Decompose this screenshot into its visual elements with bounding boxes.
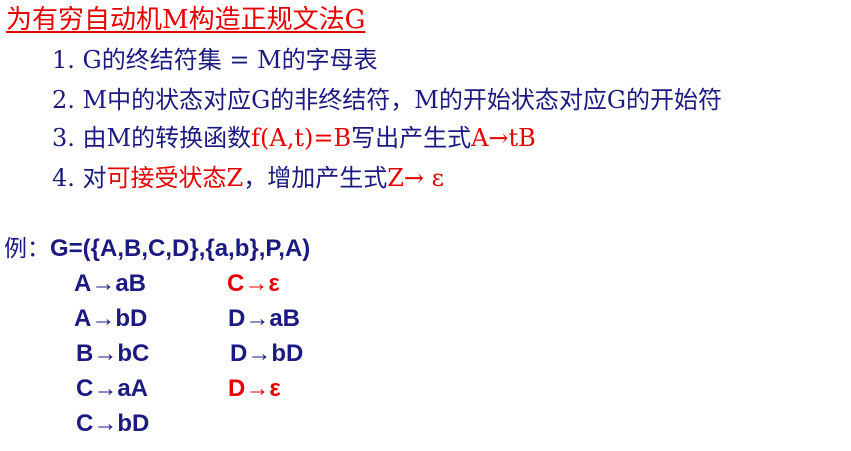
rule-3-text-a: 由M的转换函数 xyxy=(82,124,252,152)
rule-2-text: M中的状态对应G的非终结符，M的开始状态对应G的开始符 xyxy=(82,86,723,114)
production-left-5: C→bD xyxy=(76,410,150,437)
rule-4-text-b: ，增加产生式 xyxy=(243,164,388,192)
production-left-2: A→bD xyxy=(74,305,148,332)
rule-2: 2. M中的状态对应G的非终结符，M的开始状态对应G的开始符 xyxy=(52,84,722,116)
rule-1-number: 1. xyxy=(52,46,75,74)
rule-3-number: 3. xyxy=(52,124,75,152)
example-label: 例： xyxy=(4,236,50,262)
rule-3-text-b: 写出产生式 xyxy=(351,124,472,152)
production-left-1: A→aB xyxy=(74,270,147,297)
rule-3-production: A→tB xyxy=(471,124,536,152)
page-title: 为有穷自动机M构造正规文法G xyxy=(6,5,366,35)
production-right-3: D→bD xyxy=(230,340,304,367)
rule-4-production: Z→ ε xyxy=(387,164,445,192)
production-right-2: D→aB xyxy=(228,305,301,332)
rule-3: 3. 由M的转换函数f(A,t)=B写出产生式A→tB xyxy=(52,122,536,154)
rule-1: 1. G的终结符集 = M的字母表 xyxy=(52,44,378,76)
rule-2-number: 2. xyxy=(52,86,75,114)
rule-3-transition-function: f(A,t)=B xyxy=(251,124,352,152)
production-right-4: D→ε xyxy=(228,375,281,402)
rule-4: 4. 对可接受状态Z，增加产生式Z→ ε xyxy=(52,162,444,194)
production-left-4: C→aA xyxy=(76,375,149,402)
rule-1-text: G的终结符集 = M的字母表 xyxy=(82,46,378,74)
production-left-3: B→bC xyxy=(76,340,150,367)
rule-4-accepting-state: 可接受状态Z xyxy=(106,164,244,192)
rule-4-text-a: 对 xyxy=(82,164,107,192)
production-right-1: C→ε xyxy=(227,270,280,297)
example-heading: 例：G=({A,B,C,D},{a,b},P,A) xyxy=(4,233,310,265)
example-grammar: G=({A,B,C,D},{a,b},P,A) xyxy=(50,235,311,262)
rule-4-number: 4. xyxy=(52,164,75,192)
